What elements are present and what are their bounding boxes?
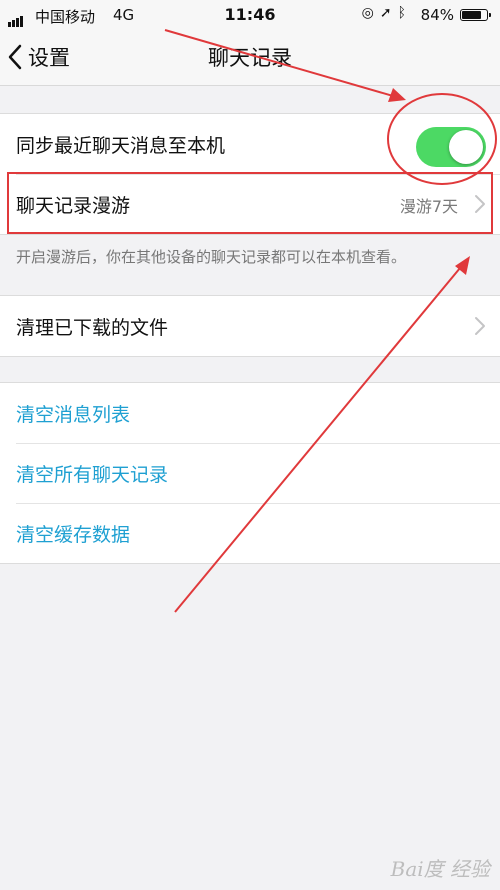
orientation-lock-icon: ◎ xyxy=(361,5,380,21)
navigation-bar: 设置 聊天记录 xyxy=(0,30,500,86)
location-icon: ➚ xyxy=(379,5,398,21)
roaming-row[interactable]: 聊天记录漫游 漫游7天 xyxy=(0,174,500,234)
downloads-group: 清理已下载的文件 xyxy=(0,295,500,357)
clear-message-list-label: 清空消息列表 xyxy=(16,404,131,426)
clear-cache-row[interactable]: 清空缓存数据 xyxy=(0,503,500,563)
bluetooth-icon: ᛒ xyxy=(397,5,412,21)
sync-row: 同步最近聊天消息至本机 xyxy=(0,114,500,174)
sync-toggle[interactable] xyxy=(416,127,486,167)
battery-icon xyxy=(460,9,491,21)
clear-downloads-row[interactable]: 清理已下载的文件 xyxy=(0,296,500,356)
watermark: Bai度 经验 xyxy=(390,857,490,881)
clear-downloads-label: 清理已下载的文件 xyxy=(16,317,169,339)
chevron-right-icon xyxy=(475,317,485,335)
sync-settings-group: 同步最近聊天消息至本机 聊天记录漫游 漫游7天 xyxy=(0,113,500,235)
clear-cache-label: 清空缓存数据 xyxy=(16,524,131,546)
arrowhead-icon xyxy=(388,88,406,102)
sync-label: 同步最近聊天消息至本机 xyxy=(16,135,226,157)
battery-percent: 84% xyxy=(420,6,454,24)
clear-actions-group: 清空消息列表 清空所有聊天记录 清空缓存数据 xyxy=(0,382,500,564)
battery-level-fill xyxy=(462,11,482,19)
clear-all-chats-row[interactable]: 清空所有聊天记录 xyxy=(0,443,500,503)
clear-message-list-row[interactable]: 清空消息列表 xyxy=(0,383,500,443)
page-title: 聊天记录 xyxy=(208,46,292,70)
toggle-knob xyxy=(449,130,483,164)
status-bar: 中国移动 4G 11:46 ◎➚ᛒ 84% xyxy=(0,0,500,30)
roaming-label: 聊天记录漫游 xyxy=(16,195,131,217)
chevron-right-icon xyxy=(475,195,485,213)
roaming-value: 漫游7天 xyxy=(399,197,458,216)
roaming-hint: 开启漫游后，你在其他设备的聊天记录都可以在本机查看。 xyxy=(16,248,407,266)
clear-all-chats-label: 清空所有聊天记录 xyxy=(16,464,169,486)
status-icons: ◎➚ᛒ xyxy=(362,5,412,21)
